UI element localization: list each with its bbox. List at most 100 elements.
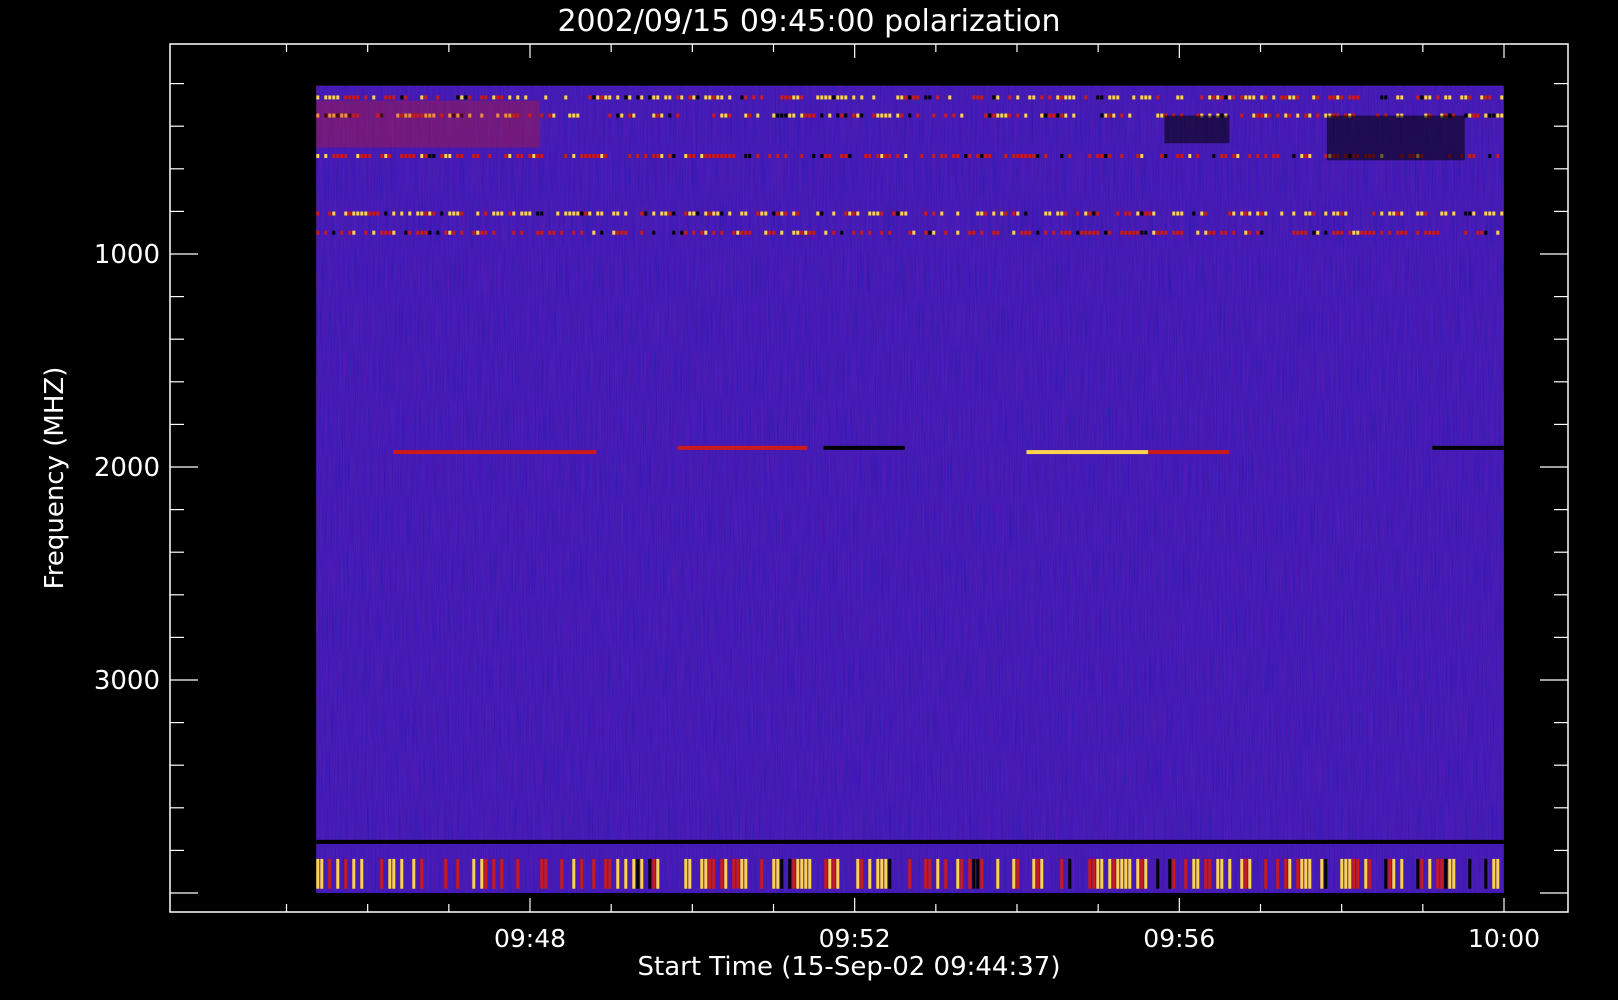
heatmap-cell xyxy=(1492,113,1496,118)
heatmap-cell xyxy=(1312,230,1316,235)
heatmap-cell xyxy=(652,230,656,235)
heatmap-cell xyxy=(324,230,328,235)
heatmap-cell xyxy=(388,154,392,159)
heatmap-cell xyxy=(1040,113,1044,118)
heatmap-cell xyxy=(504,154,508,159)
heatmap-cell xyxy=(1064,211,1068,216)
heatmap-cell xyxy=(1292,211,1296,216)
heatmap-cell xyxy=(476,230,480,235)
heatmap-cell xyxy=(448,211,452,216)
heatmap-cell xyxy=(888,154,892,159)
heatmap-cell xyxy=(332,211,336,216)
heatmap-cell xyxy=(672,211,676,216)
heatmap-cell xyxy=(1312,95,1316,100)
heatmap-cell xyxy=(928,230,932,235)
heatmap-cell xyxy=(1496,113,1500,118)
heatmap-cell xyxy=(364,154,368,159)
heatmap-cell xyxy=(664,95,668,100)
heatmap-cell xyxy=(412,154,416,159)
heatmap-cell xyxy=(980,154,984,159)
heatmap-cell xyxy=(660,113,664,118)
heatmap-cell xyxy=(876,211,880,216)
heatmap-cell xyxy=(1036,230,1040,235)
heatmap-cell xyxy=(860,95,864,100)
heatmap-cell xyxy=(1316,113,1320,118)
heatmap-cell xyxy=(740,858,744,889)
heatmap-cell xyxy=(828,154,832,159)
heatmap-cell xyxy=(656,154,660,159)
heatmap-cell xyxy=(572,230,576,235)
heatmap-cell xyxy=(384,95,388,100)
heatmap-cell xyxy=(872,95,876,100)
heatmap-cell xyxy=(1488,113,1492,118)
heatmap-cell xyxy=(336,95,340,100)
heatmap-cell xyxy=(916,95,920,100)
heatmap-cell xyxy=(1224,95,1228,100)
heatmap-cell xyxy=(1128,230,1132,235)
heatmap-cell xyxy=(596,154,600,159)
heatmap-cell xyxy=(368,154,372,159)
heatmap-cell xyxy=(1204,230,1208,235)
heatmap-cell xyxy=(500,95,504,100)
heatmap-cell xyxy=(1320,858,1324,889)
heatmap-cell xyxy=(724,154,728,159)
heatmap-cell xyxy=(1284,95,1288,100)
heatmap-cell xyxy=(784,154,788,159)
heatmap-cell xyxy=(1196,858,1200,889)
heatmap-cell xyxy=(1300,858,1304,889)
heatmap-cell xyxy=(1096,154,1100,159)
heatmap-cell xyxy=(1060,858,1064,889)
heatmap-cell xyxy=(712,154,716,159)
heatmap-cell xyxy=(956,230,960,235)
heatmap-cell xyxy=(656,95,660,100)
heatmap-cell xyxy=(348,95,352,100)
heatmap-cell xyxy=(1240,858,1244,889)
heatmap-cell xyxy=(332,154,336,159)
heatmap-cell xyxy=(788,858,792,889)
heatmap-cell xyxy=(1304,154,1308,159)
heatmap-cell xyxy=(656,113,660,118)
heatmap-cell xyxy=(336,858,340,889)
heatmap-cell xyxy=(1180,154,1184,159)
heatmap-cell xyxy=(1304,113,1308,118)
heatmap-cell xyxy=(1016,154,1020,159)
heatmap-cell xyxy=(1232,230,1236,235)
heatmap-cell xyxy=(1012,211,1016,216)
heatmap-cell xyxy=(1144,211,1148,216)
heatmap-cell xyxy=(1312,211,1316,216)
heatmap-cell xyxy=(348,211,352,216)
heatmap-cell xyxy=(492,858,496,889)
heatmap-cell xyxy=(1228,858,1232,889)
heatmap-cell xyxy=(784,95,788,100)
heatmap-cell xyxy=(484,858,488,889)
heatmap-cell xyxy=(832,211,836,216)
heatmap-cell xyxy=(432,154,436,159)
heatmap-cell xyxy=(1040,95,1044,100)
heatmap-cell xyxy=(672,154,676,159)
heatmap-cell xyxy=(924,858,928,889)
heatmap-cell xyxy=(660,211,664,216)
heatmap-cell xyxy=(1484,211,1488,216)
heatmap-cell xyxy=(900,211,904,216)
heatmap-cell xyxy=(780,95,784,100)
heatmap-cell xyxy=(1144,95,1148,100)
heatmap-cell xyxy=(1420,211,1424,216)
heatmap-cell xyxy=(996,113,1000,118)
heatmap-cell xyxy=(324,154,328,159)
heatmap-cell xyxy=(724,113,728,118)
heatmap-cell xyxy=(360,154,364,159)
heatmap-cell xyxy=(500,211,504,216)
heatmap-cell xyxy=(1024,230,1028,235)
heatmap-cell xyxy=(1296,95,1300,100)
heatmap-cell xyxy=(688,858,692,889)
heatmap-cell xyxy=(880,211,884,216)
heatmap-cell xyxy=(1444,211,1448,216)
heatmap-cell xyxy=(1256,211,1260,216)
heatmap-cell xyxy=(1292,154,1296,159)
heatmap-cell xyxy=(1000,211,1004,216)
heatmap-cell xyxy=(1056,211,1060,216)
heatmap-cell xyxy=(612,211,616,216)
heatmap-cell xyxy=(420,154,424,159)
heatmap-cell xyxy=(520,154,524,159)
heatmap-cell xyxy=(1120,154,1124,159)
